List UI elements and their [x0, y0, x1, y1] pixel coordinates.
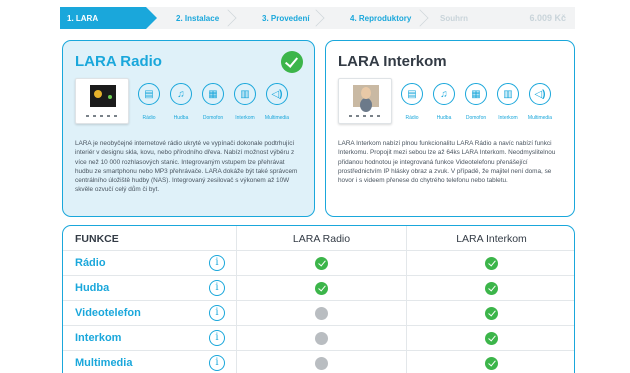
product-description: LARA Interkom nabízí plnou funkcionalitu… — [338, 140, 556, 185]
feature-icons: ▤ Rádio ♫ Hudba ▦ Domofon ▥ Interkom ◁) Multi… — [135, 83, 291, 121]
table-row: Videotelefon i — [63, 301, 574, 326]
step-provedeni[interactable]: 3. Provedení — [244, 7, 332, 29]
step-label: 4. Reproduktory — [350, 13, 412, 23]
music-note-icon: ♫ — [433, 83, 455, 105]
check-icon — [315, 257, 328, 270]
header-lara-radio: LARA Radio — [292, 233, 351, 245]
feature-icons: ▤ Rádio ♫ Hudba ▦ Domofon ▥ Interkom ◁) Multi… — [398, 83, 554, 121]
unavailable-dot-icon — [315, 357, 328, 370]
step-instalace[interactable]: 2. Instalace — [146, 7, 244, 29]
feature-radio: ▤ Rádio — [135, 83, 163, 121]
check-icon — [485, 282, 498, 295]
check-icon — [485, 307, 498, 320]
feature-name: Hudba — [75, 282, 110, 294]
info-icon[interactable]: i — [209, 255, 225, 271]
info-icon[interactable]: i — [209, 330, 225, 346]
unavailable-dot-icon — [315, 307, 328, 320]
configurator-page: 1. LARA 2. Instalace 3. Provedení 4. Rep… — [0, 0, 630, 373]
selected-check-icon — [281, 51, 303, 73]
step-souhrn[interactable]: Souhrn — [436, 7, 506, 29]
product-card-lara-interkom[interactable]: LARA Interkom ▤ Rádio ♫ Hudba ▦ Domofon ▥ In… — [325, 40, 575, 217]
intercom-icon: ▥ — [234, 83, 256, 105]
step-label: 2. Instalace — [176, 13, 220, 23]
speaker-icon: ◁) — [266, 83, 288, 105]
lara-interkom-device-image — [338, 78, 392, 124]
total-price: 6.009 Kč — [529, 13, 566, 23]
intercom-icon: ▥ — [497, 83, 519, 105]
feature-name: Rádio — [75, 257, 106, 269]
feature-hudba: ♫ Hudba — [167, 83, 195, 121]
table-row: Hudba i — [63, 276, 574, 301]
feature-comparison-table: FUNKCE LARA Radio LARA Interkom Rádio i Hu… — [62, 225, 575, 373]
table-header-row: FUNKCE LARA Radio LARA Interkom — [63, 226, 574, 251]
feature-interkom: ▥ Interkom — [231, 83, 259, 121]
product-card-lara-radio[interactable]: LARA Radio ▤ Rádio ♫ Hudba ▦ Domofon ▥ Inter… — [62, 40, 315, 217]
step-label: 3. Provedení — [262, 13, 310, 23]
radio-icon: ▤ — [401, 83, 423, 105]
table-row: Multimedia i — [63, 351, 574, 373]
check-icon — [485, 332, 498, 345]
step-progress-bar: 1. LARA 2. Instalace 3. Provedení 4. Rep… — [60, 7, 575, 29]
step-label: 1. LARA — [67, 13, 99, 23]
table-row: Rádio i — [63, 251, 574, 276]
doorphone-icon: ▦ — [202, 83, 224, 105]
product-title: LARA Interkom — [338, 53, 447, 70]
header-funkce: FUNKCE — [75, 233, 119, 245]
doorphone-icon: ▦ — [465, 83, 487, 105]
info-icon[interactable]: i — [209, 280, 225, 296]
feature-name: Interkom — [75, 332, 122, 344]
feature-name: Multimedia — [75, 357, 133, 369]
info-icon[interactable]: i — [209, 305, 225, 321]
feature-interkom: ▥ Interkom — [494, 83, 522, 121]
feature-multimedia: ◁) Multimedia — [263, 83, 291, 121]
info-icon[interactable]: i — [209, 355, 225, 371]
chevron-right-icon — [307, 9, 325, 27]
chevron-right-icon — [219, 9, 237, 27]
step-lara[interactable]: 1. LARA — [60, 7, 157, 29]
product-title: LARA Radio — [75, 53, 162, 70]
feature-radio: ▤ Rádio — [398, 83, 426, 121]
check-icon — [315, 282, 328, 295]
header-lara-interkom: LARA Interkom — [456, 233, 527, 245]
feature-hudba: ♫ Hudba — [430, 83, 458, 121]
check-icon — [485, 357, 498, 370]
step-label: Souhrn — [440, 13, 468, 23]
product-description: LARA je neobyčejné internetové rádio ukr… — [75, 140, 298, 194]
feature-name: Videotelefon — [75, 307, 141, 319]
speaker-icon: ◁) — [529, 83, 551, 105]
table-row: Interkom i — [63, 326, 574, 351]
lara-radio-device-image — [75, 78, 129, 124]
radio-icon: ▤ — [138, 83, 160, 105]
feature-multimedia: ◁) Multimedia — [526, 83, 554, 121]
chevron-right-icon — [411, 9, 429, 27]
feature-domofon: ▦ Domofon — [199, 83, 227, 121]
check-icon — [485, 257, 498, 270]
unavailable-dot-icon — [315, 332, 328, 345]
feature-domofon: ▦ Domofon — [462, 83, 490, 121]
music-note-icon: ♫ — [170, 83, 192, 105]
step-reproduktory[interactable]: 4. Reproduktory — [332, 7, 436, 29]
